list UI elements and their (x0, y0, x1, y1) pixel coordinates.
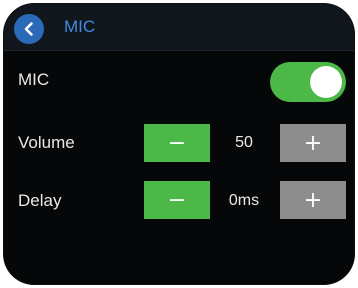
delay-decrease-button[interactable]: − (144, 181, 210, 219)
delay-value: 0ms (228, 192, 260, 209)
volume-decrease-button[interactable]: − (144, 124, 210, 162)
volume-label: Volume (18, 133, 75, 152)
plus-icon: + (303, 130, 323, 156)
delay-increase-button[interactable]: + (280, 181, 346, 219)
minus-icon: − (167, 187, 187, 213)
header-bar: MIC (4, 4, 354, 51)
toggle-knob (310, 66, 342, 98)
chevron-left-icon (24, 22, 33, 36)
plus-icon: + (303, 187, 323, 213)
mic-label: MIC (18, 70, 50, 89)
volume-value: 50 (235, 134, 253, 151)
back-button[interactable] (14, 14, 44, 44)
minus-icon: − (167, 130, 187, 156)
mic-toggle[interactable] (270, 62, 346, 102)
volume-increase-button[interactable]: + (280, 124, 346, 162)
page-title: MIC (64, 17, 96, 36)
device-screen: MIC MIC Volume − 50 + Delay − 0ms + (4, 4, 354, 284)
delay-label: Delay (18, 191, 62, 210)
